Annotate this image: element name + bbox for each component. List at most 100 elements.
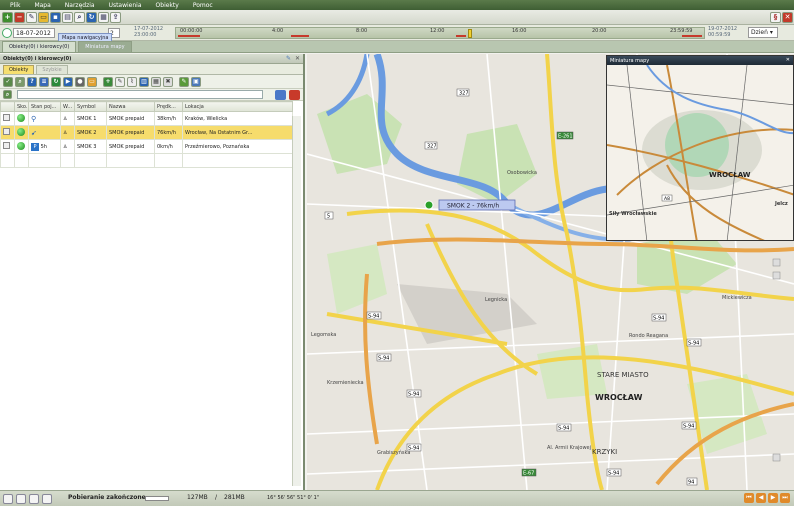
- status-settings-icon[interactable]: [29, 493, 39, 504]
- map-control-icon[interactable]: [772, 271, 781, 280]
- search-tool-icon[interactable]: ⌕: [74, 11, 85, 23]
- plus-icon[interactable]: +: [103, 76, 113, 87]
- table-row[interactable]: ➹ ♙ SMOK 2 SMOK prepaid 76km/h Wrocław, …: [0, 125, 293, 140]
- row-checkbox[interactable]: [3, 142, 10, 149]
- objects-table: Sko... Stan poj... W... Symbol Nazwa Prę…: [0, 101, 293, 168]
- check-icon[interactable]: ✓: [3, 76, 13, 87]
- minimap-close-icon[interactable]: ✕: [786, 57, 790, 63]
- timeline-gap: [682, 35, 702, 37]
- road-number: E-67: [523, 471, 534, 477]
- folder-icon[interactable]: ▭: [38, 11, 49, 23]
- col-header[interactable]: Nazwa: [106, 101, 155, 112]
- status-layers-icon[interactable]: [16, 493, 26, 504]
- minimap-road-label: A8: [664, 196, 670, 202]
- next-icon[interactable]: ▶: [768, 493, 778, 503]
- map-control-icon[interactable]: [772, 258, 781, 267]
- row-checkbox[interactable]: [3, 114, 10, 121]
- menu-file[interactable]: Plik: [10, 2, 20, 9]
- close-app-icon[interactable]: ✕: [782, 11, 793, 23]
- col-header[interactable]: [0, 101, 15, 112]
- print-icon[interactable]: ▤: [62, 11, 73, 23]
- minimap-canvas[interactable]: WROCŁAW Siły Wrocławskie Jelcz A8: [607, 64, 794, 241]
- main-toolbar: + − ✎ ▭ ▪ ▤ ⌕ ↻ ▦ ⇪ § ✕: [0, 10, 794, 25]
- subtab-objects[interactable]: Obiekty: [3, 65, 35, 74]
- road-number: S-94: [683, 424, 694, 430]
- pin-icon[interactable]: ✎: [286, 55, 291, 62]
- minimap-window[interactable]: Miniatura mapy ✕ WROCŁAW Siły Wrocławski…: [606, 55, 794, 241]
- menu-map[interactable]: Mapa: [34, 2, 50, 9]
- menu-objects[interactable]: Obiekty: [156, 2, 179, 9]
- camera-icon[interactable]: ●: [75, 76, 85, 87]
- pen-icon[interactable]: ✎: [115, 76, 125, 87]
- note-icon[interactable]: ▭: [87, 76, 97, 87]
- filter-icon[interactable]: ⌕: [15, 76, 25, 87]
- timeline-start-time: 23:00:00: [134, 32, 157, 38]
- close-icon[interactable]: ✕: [295, 55, 300, 62]
- timeline-end-label: 19-07-2012 00:59:59: [708, 26, 737, 38]
- export-icon[interactable]: ⇪: [110, 11, 121, 23]
- status-window-icon[interactable]: [3, 493, 13, 504]
- table-row[interactable]: P 5h ♙ SMOK 3 SMOK prepaid 0km/h Przeźmi…: [0, 139, 293, 154]
- remove-icon[interactable]: −: [14, 11, 25, 23]
- tab-minimap[interactable]: Miniatura mapy: [78, 41, 132, 52]
- tools-icon[interactable]: §: [770, 11, 781, 23]
- row-checkbox-cell[interactable]: [0, 125, 15, 140]
- route-icon[interactable]: ↻: [86, 11, 97, 23]
- table-row-empty: [0, 153, 293, 168]
- last-icon[interactable]: ⏭: [780, 493, 790, 503]
- col-header[interactable]: W...: [60, 101, 75, 112]
- state-cell: ➹: [28, 125, 61, 140]
- search-icon[interactable]: ⌕: [3, 90, 12, 99]
- clock-icon[interactable]: [2, 28, 12, 38]
- save-icon[interactable]: ▪: [50, 11, 61, 23]
- timeline-tick: 12:00: [430, 28, 445, 34]
- menu-settings[interactable]: Ustawienia: [109, 2, 142, 9]
- search-clear-icon[interactable]: [289, 90, 300, 100]
- road-number: E-261: [558, 134, 573, 140]
- timeline-slider[interactable]: 00:00:00 4:00 8:00 12:00 16:00 20:00 23:…: [175, 27, 705, 39]
- delete-icon[interactable]: ✖: [163, 76, 173, 87]
- window-icon[interactable]: ▣: [191, 76, 201, 87]
- info-icon[interactable]: ?: [27, 76, 37, 87]
- col-header[interactable]: Sko...: [14, 101, 29, 112]
- date-from-input[interactable]: 18-07-2012: [13, 28, 55, 38]
- table-row[interactable]: ⚲ ♙ SMOK 1 SMOK prepaid 38km/h Kraków, W…: [0, 111, 293, 126]
- w-cell: ♙: [60, 139, 75, 154]
- search-input[interactable]: [17, 90, 263, 99]
- col-header[interactable]: Symbol: [74, 101, 107, 112]
- col-header[interactable]: Lokacja: [182, 101, 293, 112]
- subtab-quick[interactable]: Szybkie: [36, 65, 68, 74]
- menu-tools[interactable]: Narzędzia: [65, 2, 95, 9]
- location-cell: Przeźmierowo, Poznańska: [182, 139, 293, 154]
- row-checkbox[interactable]: [3, 128, 10, 135]
- menu-help[interactable]: Pomoc: [193, 2, 213, 9]
- timeline-tick: 16:00: [512, 28, 527, 34]
- row-checkbox-cell[interactable]: [0, 139, 15, 154]
- col-header[interactable]: Stan poj...: [28, 101, 61, 112]
- table-icon[interactable]: ▦: [151, 76, 161, 87]
- row-checkbox-cell[interactable]: [0, 111, 15, 126]
- tab-objects[interactable]: Obiekty(0) i kierowcy(0): [2, 41, 77, 52]
- chart-icon[interactable]: ▥: [139, 76, 149, 87]
- symbol-cell: SMOK 2: [74, 125, 107, 140]
- period-select[interactable]: Dzień ▾: [748, 27, 778, 38]
- table-scrollbar[interactable]: [292, 116, 301, 486]
- edit-icon[interactable]: ✎: [26, 11, 37, 23]
- edit-green-icon[interactable]: ✎: [179, 76, 189, 87]
- objects-panel: Obiekty(0) i kierowcy(0) ✎ ✕ Obiekty Szy…: [0, 54, 305, 490]
- first-icon[interactable]: ⏮: [744, 493, 754, 503]
- status-user-icon[interactable]: [42, 493, 52, 504]
- brush-icon[interactable]: ⌇: [127, 76, 137, 87]
- prev-icon[interactable]: ◀: [756, 493, 766, 503]
- timeline-cursor[interactable]: [468, 29, 472, 38]
- refresh-icon[interactable]: ↻: [51, 76, 61, 87]
- add-icon[interactable]: +: [2, 11, 13, 23]
- vehicle-marker-icon[interactable]: [424, 200, 434, 210]
- grid-icon[interactable]: ▦: [98, 11, 109, 23]
- list-icon[interactable]: ≡: [39, 76, 49, 87]
- arrow-icon[interactable]: ▶: [63, 76, 73, 87]
- col-header[interactable]: Prędk...: [154, 101, 183, 112]
- map-label-old-town: STARE MIASTO: [597, 371, 649, 379]
- map-control-icon[interactable]: [772, 453, 781, 462]
- search-go-icon[interactable]: [275, 90, 286, 100]
